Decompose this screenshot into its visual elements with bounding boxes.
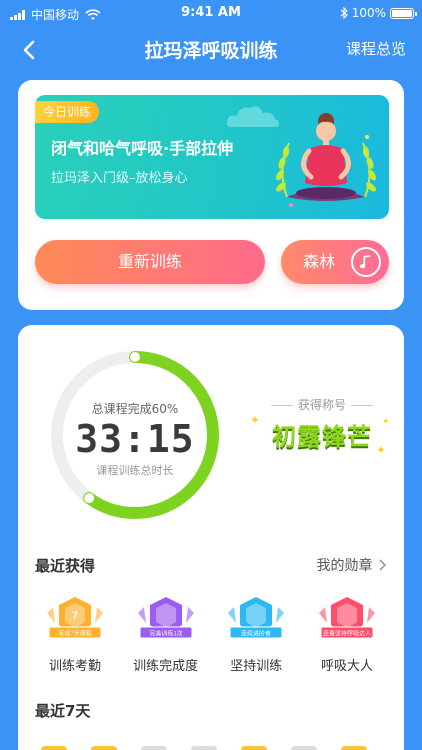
badge-ribbon: 连续进阶者 (241, 630, 271, 638)
day-medal[interactable] (41, 746, 67, 750)
recent-title: 最近获得 (35, 557, 96, 575)
day-medal[interactable] (341, 746, 367, 750)
today-subtitle: 拉玛泽入门级–放松身心 (51, 171, 188, 186)
bluetooth-icon (340, 7, 348, 19)
medal-icon: 完美训练1次 (137, 597, 194, 639)
badge-ribbon: 连看坚持呼吸达人 (323, 630, 371, 638)
music-note-icon (351, 247, 381, 277)
day-medal[interactable] (141, 746, 167, 750)
progress-card: 总课程完成60% 33:15 课程训练总时长 获得称号 初露锋芒 ✦ ✦ ✦ 最… (18, 325, 404, 750)
medal-icon: 连续进阶者 (228, 597, 285, 639)
my-badges-label: 我的勋章 (316, 558, 373, 574)
meditating-woman-illustration (276, 113, 376, 207)
sparkle-icon: ✦ (376, 443, 387, 457)
badge-item[interactable]: 7 完成7天课程训练考勤 (35, 593, 115, 674)
badge-ribbon: 完美训练1次 (149, 630, 182, 638)
sparkle-icon: ✦ (382, 417, 390, 427)
navigation-bar: 拉玛泽呼吸训练 课程总览 (0, 28, 422, 72)
last7-strip (35, 730, 387, 750)
today-tag: 今日训练 (35, 101, 100, 123)
battery-icon (390, 7, 417, 19)
sparkle-icon: ✦ (250, 413, 261, 427)
badge-label: 呼吸大人 (320, 659, 373, 674)
day-medal[interactable] (191, 746, 217, 750)
honor-caption-text: 获得称号 (297, 398, 346, 412)
badge-label: 坚持训练 (230, 659, 283, 674)
medal-icon: 连看坚持呼吸达人 (318, 597, 375, 639)
day-medal[interactable] (291, 746, 317, 750)
honor-title: 初露锋芒 (272, 423, 372, 451)
last7-title: 最近7天 (35, 702, 91, 720)
course-overview-link[interactable]: 课程总览 (346, 38, 406, 59)
honor-caption: 获得称号 (258, 396, 386, 413)
chevron-right-icon (379, 559, 387, 571)
today-title: 闭气和哈气呼吸·手部拉伸 (51, 139, 234, 158)
badge-label: 训练考勤 (48, 659, 101, 674)
badge-number: 7 (72, 610, 78, 622)
badge-item[interactable]: 连看坚持呼吸达人呼吸大人 (307, 593, 387, 674)
music-label: 森林 (303, 252, 336, 271)
battery-percent: 100% (351, 6, 386, 20)
badge-item[interactable]: 连续进阶者 坚持训练 (216, 593, 296, 674)
completion-label: 总课程完成60% (91, 402, 179, 416)
music-forest-button[interactable]: 森林 (281, 240, 389, 284)
medal-icon: 7 完成7天课程 (47, 597, 103, 639)
ring-end-dot (84, 493, 95, 504)
today-training-card: 今日训练 闭气和哈气呼吸·手部拉伸 拉玛泽入门级–放松身心 重新训练 森林 (18, 80, 404, 310)
day-medal[interactable] (241, 746, 267, 750)
progress-ring: 总课程完成60% 33:15 课程训练总时长 (45, 345, 225, 525)
status-bar: 中国移动 9:41 AM 100% (0, 0, 422, 28)
badge-item[interactable]: 完美训练1次训练完成度 (126, 593, 206, 674)
badge-list: 7 完成7天课程 训练考勤 完美训练1次 训练完成度 连续进阶者 坚持训练 连看坚持呼吸达人呼… (35, 593, 387, 674)
badge-label: 训练完成度 (133, 659, 199, 674)
day-medal[interactable] (91, 746, 117, 750)
my-badges-link[interactable]: 我的勋章 (317, 555, 387, 575)
total-time-label: 课程训练总时长 (96, 464, 174, 477)
badge-ribbon: 完成7天课程 (58, 630, 91, 638)
ring-start-dot (130, 352, 140, 362)
restart-training-button[interactable]: 重新训练 (35, 240, 265, 284)
total-time-value: 33:15 (75, 417, 195, 461)
today-banner[interactable]: 今日训练 闭气和哈气呼吸·手部拉伸 拉玛泽入门级–放松身心 (35, 95, 389, 219)
